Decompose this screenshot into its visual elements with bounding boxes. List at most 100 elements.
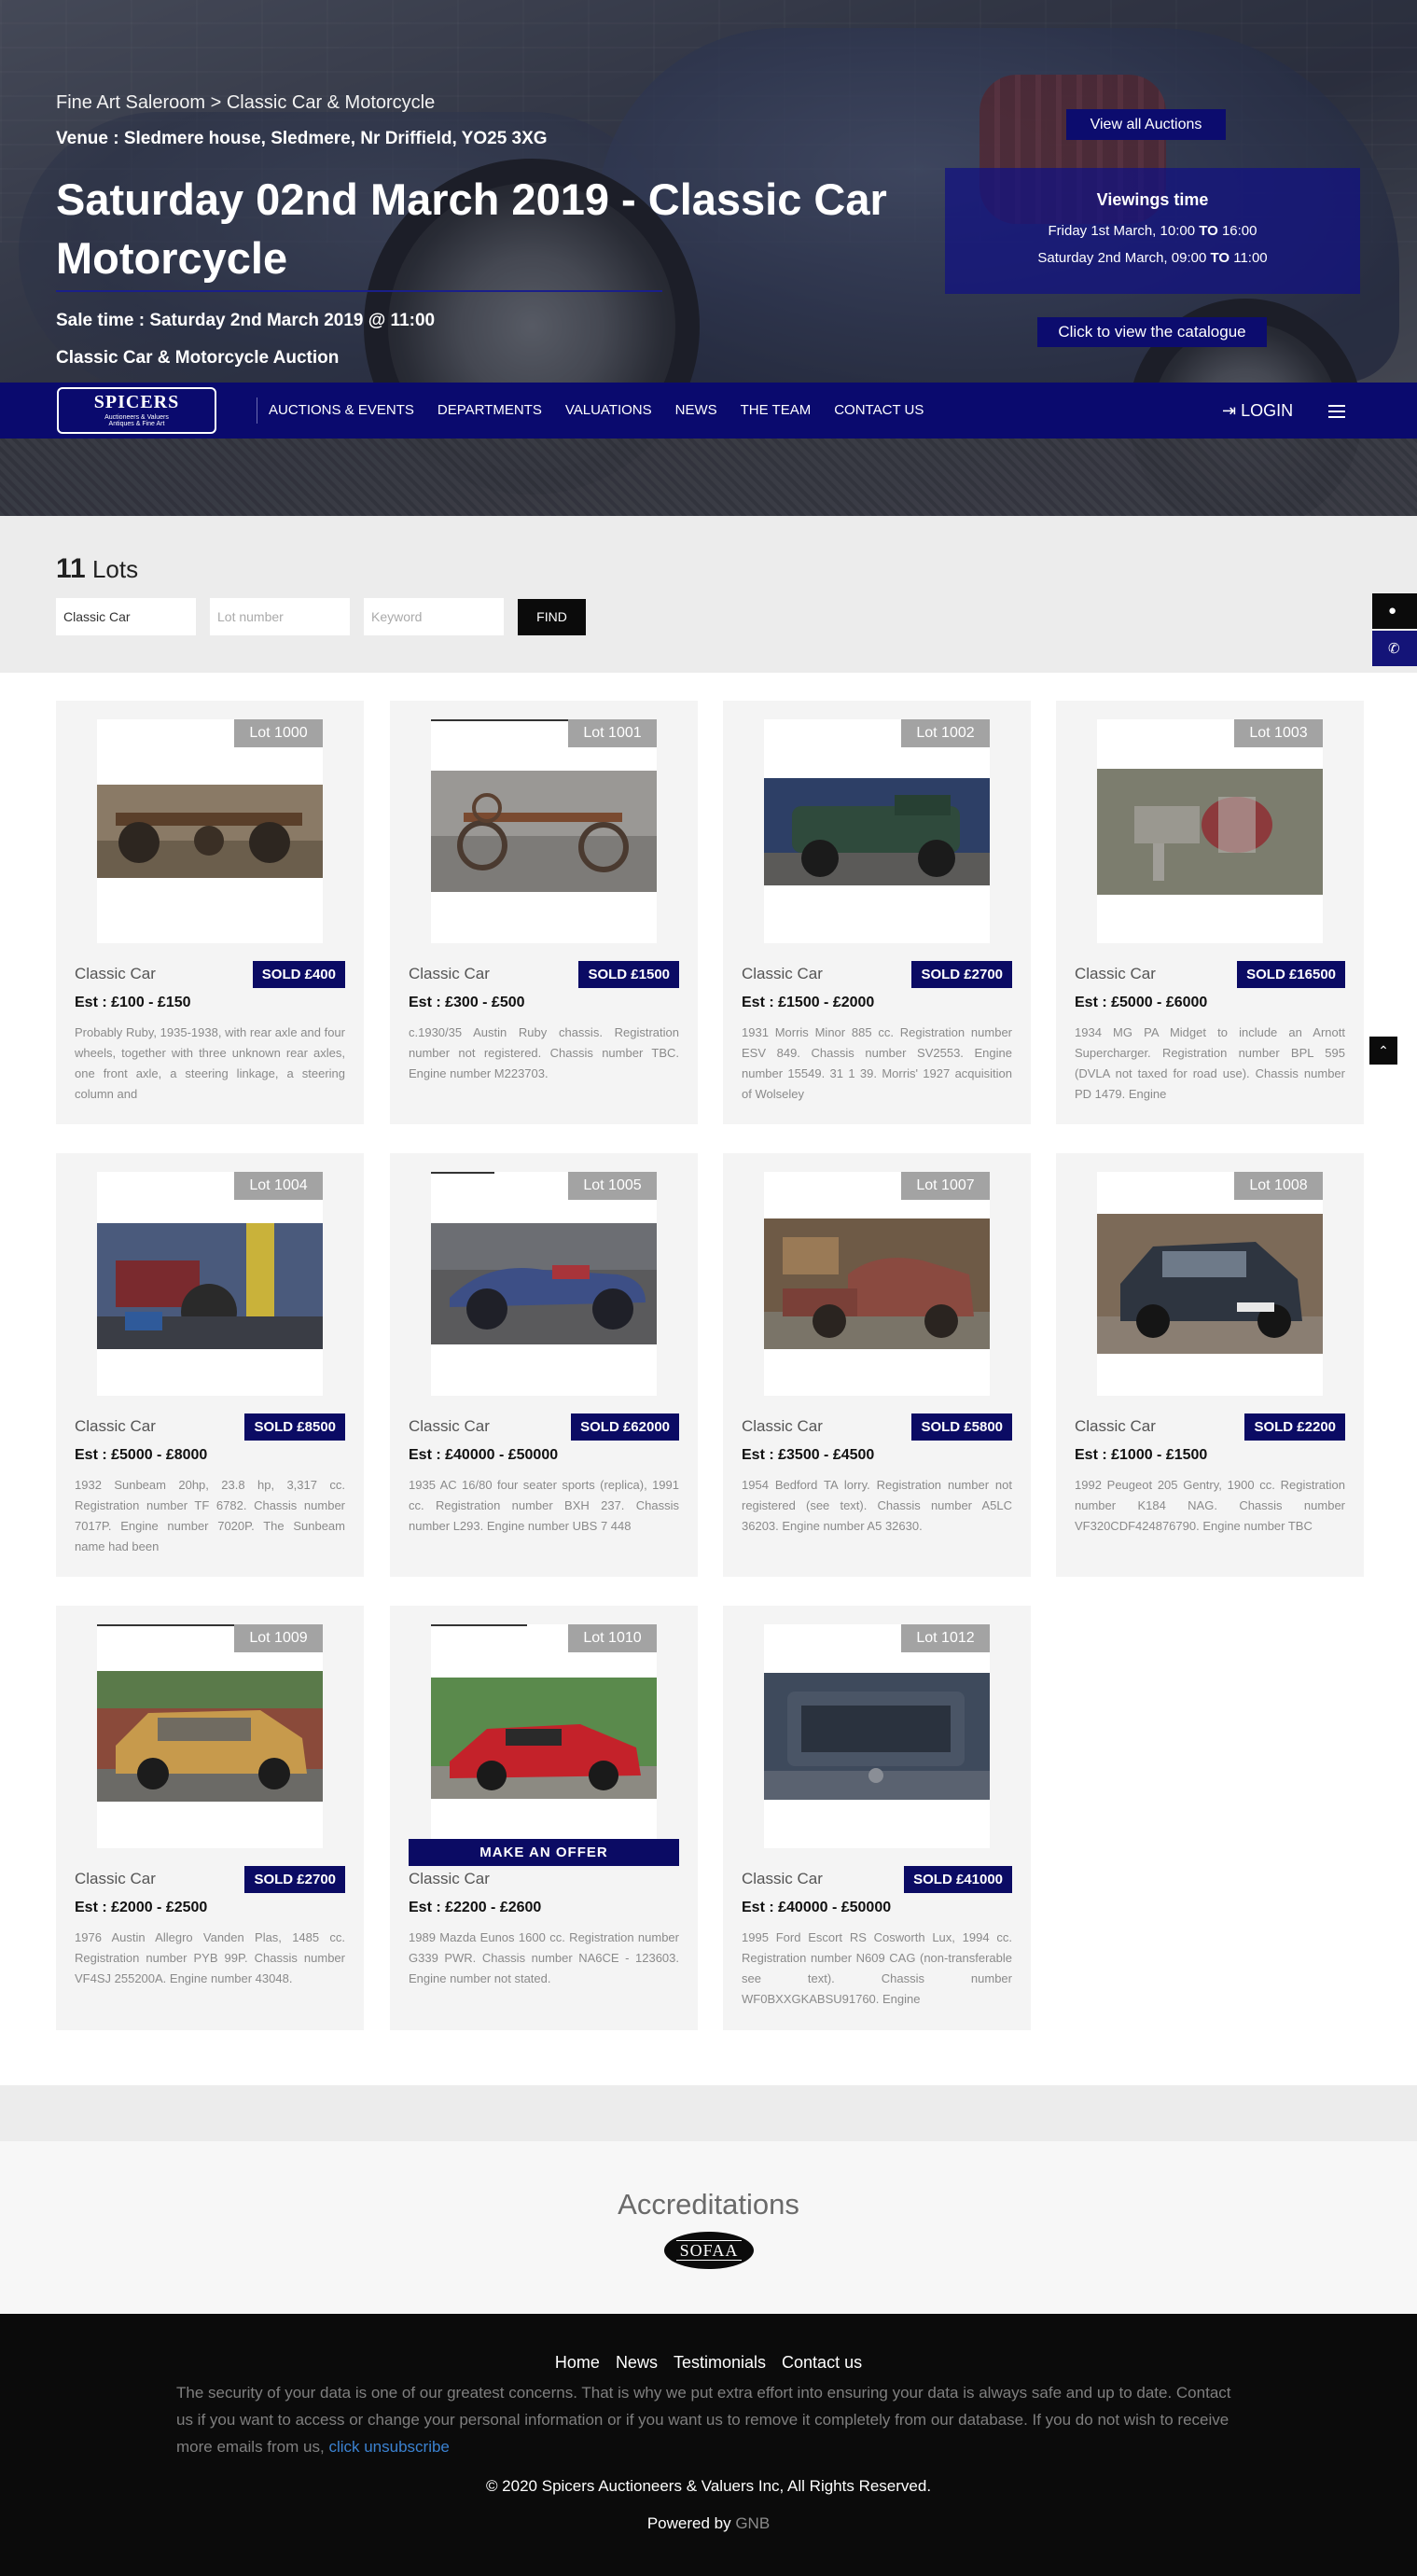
lot-image[interactable]: Lot 1004	[97, 1172, 323, 1396]
lot-card[interactable]: Lot 1012 Classic Car SOLD £41000 Est : £…	[723, 1606, 1031, 2030]
lot-number-badge: Lot 1000	[234, 719, 323, 747]
view-all-auctions-button[interactable]: View all Auctions	[1066, 109, 1226, 140]
category-select[interactable]: Classic Car	[56, 598, 196, 635]
page: Fine Art Saleroom > Classic Car & Motorc…	[0, 0, 1417, 2576]
lot-photo	[1097, 769, 1323, 895]
nav-item-news[interactable]: NEWS	[675, 383, 717, 439]
lot-image[interactable]: Lot 1002	[764, 719, 990, 943]
gnb-link[interactable]: GNB	[735, 2514, 770, 2532]
breadcrumb[interactable]: Fine Art Saleroom > Classic Car & Motorc…	[56, 92, 435, 114]
sold-badge: SOLD £16500	[1237, 961, 1345, 988]
lot-number-badge: Lot 1001	[568, 719, 657, 747]
lot-number-badge: Lot 1002	[901, 719, 990, 747]
lot-estimate: Est : £100 - £150	[75, 995, 191, 1010]
chevron-up-icon: ⌃	[1378, 1043, 1389, 1058]
footer: Home News Testimonials Contact us The se…	[0, 2314, 1417, 2576]
lot-photo	[431, 771, 657, 892]
section-divider	[0, 2085, 1417, 2141]
copyright: © 2020 Spicers Auctioneers & Valuers Inc…	[485, 2477, 932, 2495]
lot-estimate: Est : £40000 - £50000	[409, 1447, 559, 1463]
lot-description: 1976 Austin Allegro Vanden Plas, 1485 cc…	[75, 1930, 345, 1985]
lot-image[interactable]: Lot 1009	[97, 1624, 323, 1848]
lot-number-input[interactable]: Lot number	[210, 598, 350, 635]
viewings-title: Viewings time	[1096, 190, 1209, 209]
lot-category: Classic Car	[742, 1417, 823, 1435]
lot-description: 1992 Peugeot 205 Gentry, 1900 cc. Regist…	[1075, 1478, 1345, 1533]
nav-menu: AUCTIONS & EVENTS DEPARTMENTS VALUATIONS…	[269, 383, 924, 439]
hamburger-icon[interactable]	[1328, 405, 1345, 418]
map-marker-icon: ●	[1388, 603, 1397, 619]
lot-card[interactable]: Lot 1003 Classic Car SOLD £16500 Est : £…	[1056, 701, 1364, 1124]
lot-description: 1954 Bedford TA lorry. Registration numb…	[742, 1478, 1012, 1533]
scroll-to-top-button[interactable]: ⌃	[1369, 1037, 1397, 1065]
lot-category: Classic Car	[742, 1870, 823, 1887]
make-an-offer-button[interactable]: MAKE AN OFFER	[409, 1839, 679, 1866]
lot-description: 1989 Mazda Eunos 1600 cc. Registration n…	[409, 1930, 679, 1985]
nav-item-the-team[interactable]: THE TEAM	[741, 383, 812, 439]
lot-estimate: Est : £5000 - £6000	[1075, 995, 1208, 1010]
login-icon: ⇥	[1222, 401, 1237, 420]
keyword-input[interactable]: Keyword	[364, 598, 504, 635]
sofaa-logo[interactable]: SOFAA	[664, 2232, 754, 2269]
lot-category: Classic Car	[75, 965, 156, 982]
lot-image[interactable]: Lot 1010	[431, 1624, 657, 1848]
phone-button[interactable]: ✆	[1372, 631, 1417, 666]
view-catalogue-button[interactable]: Click to view the catalogue	[1037, 317, 1267, 347]
lot-estimate: Est : £40000 - £50000	[742, 1900, 892, 1915]
footer-link-news[interactable]: News	[616, 2353, 658, 2372]
lot-category: Classic Car	[1075, 965, 1156, 982]
lot-image[interactable]: Lot 1005	[431, 1172, 657, 1396]
lot-photo	[431, 1678, 657, 1799]
lot-photo	[97, 1223, 323, 1349]
lot-description: 1932 Sunbeam 20hp, 23.8 hp, 3,317 cc. Re…	[75, 1478, 345, 1553]
lot-image[interactable]: Lot 1000	[97, 719, 323, 943]
lot-image[interactable]: Lot 1008	[1097, 1172, 1323, 1396]
lot-estimate: Est : £5000 - £8000	[75, 1447, 208, 1463]
lot-estimate: Est : £1500 - £2000	[742, 995, 875, 1010]
lot-number-badge: Lot 1003	[1234, 719, 1323, 747]
lot-category: Classic Car	[1075, 1417, 1156, 1435]
lot-number-badge: Lot 1004	[234, 1172, 323, 1200]
nav-item-valuations[interactable]: VALUATIONS	[565, 383, 652, 439]
lot-photo	[764, 1218, 990, 1349]
lot-image[interactable]: Lot 1012	[764, 1624, 990, 1848]
lot-card[interactable]: Lot 1000 Classic Car SOLD £400 Est : £10…	[56, 701, 364, 1124]
lot-image[interactable]: Lot 1003	[1097, 719, 1323, 943]
map-button[interactable]: ●	[1372, 593, 1417, 629]
lot-card[interactable]: Lot 1004 Classic Car SOLD £8500 Est : £5…	[56, 1153, 364, 1577]
lot-number-badge: Lot 1008	[1234, 1172, 1323, 1200]
lot-photo	[764, 1673, 990, 1800]
lot-category: Classic Car	[409, 1417, 490, 1435]
lot-category: Classic Car	[75, 1870, 156, 1887]
lot-image[interactable]: Lot 1001	[431, 719, 657, 943]
sold-badge: SOLD £1500	[578, 961, 679, 988]
lot-card[interactable]: Lot 1010 MAKE AN OFFER Classic Car Est :…	[390, 1606, 698, 2030]
sold-badge: SOLD £2700	[911, 961, 1012, 988]
lot-card[interactable]: Lot 1007 Classic Car SOLD £5800 Est : £3…	[723, 1153, 1031, 1577]
login-link[interactable]: ⇥ LOGIN	[1222, 383, 1293, 439]
footer-links: Home News Testimonials Contact us	[0, 2353, 1417, 2373]
lot-card[interactable]: Lot 1008 Classic Car SOLD £2200 Est : £1…	[1056, 1153, 1364, 1577]
lot-image[interactable]: Lot 1007	[764, 1172, 990, 1396]
lot-card[interactable]: Lot 1005 Classic Car SOLD £62000 Est : £…	[390, 1153, 698, 1577]
accreditations-section: Accreditations SOFAA	[0, 2141, 1417, 2314]
find-button[interactable]: FIND	[518, 599, 586, 635]
lot-estimate: Est : £3500 - £4500	[742, 1447, 875, 1463]
lot-description: 1935 AC 16/80 four seater sports (replic…	[409, 1478, 679, 1533]
lot-card[interactable]: Lot 1009 Classic Car SOLD £2700 Est : £2…	[56, 1606, 364, 2030]
lot-photo	[764, 778, 990, 885]
title-divider	[56, 290, 662, 292]
lot-estimate: Est : £300 - £500	[409, 995, 525, 1010]
footer-link-testimonials[interactable]: Testimonials	[674, 2353, 766, 2372]
spicers-logo[interactable]: SPICERS Auctioneers & Valuers Antiques &…	[57, 387, 216, 434]
nav-item-auctions-events[interactable]: AUCTIONS & EVENTS	[269, 383, 414, 439]
lot-card[interactable]: Lot 1002 Classic Car SOLD £2700 Est : £1…	[723, 701, 1031, 1124]
footer-link-home[interactable]: Home	[555, 2353, 600, 2372]
lot-category: Classic Car	[742, 965, 823, 982]
nav-item-departments[interactable]: DEPARTMENTS	[438, 383, 542, 439]
lot-card[interactable]: Lot 1001 Classic Car SOLD £1500 Est : £3…	[390, 701, 698, 1124]
viewings-panel: Viewings time Friday 1st March, 10:00 TO…	[945, 168, 1360, 294]
footer-link-contact-us[interactable]: Contact us	[782, 2353, 862, 2372]
unsubscribe-link[interactable]: click unsubscribe	[328, 2438, 449, 2456]
nav-item-contact-us[interactable]: CONTACT US	[834, 383, 924, 439]
